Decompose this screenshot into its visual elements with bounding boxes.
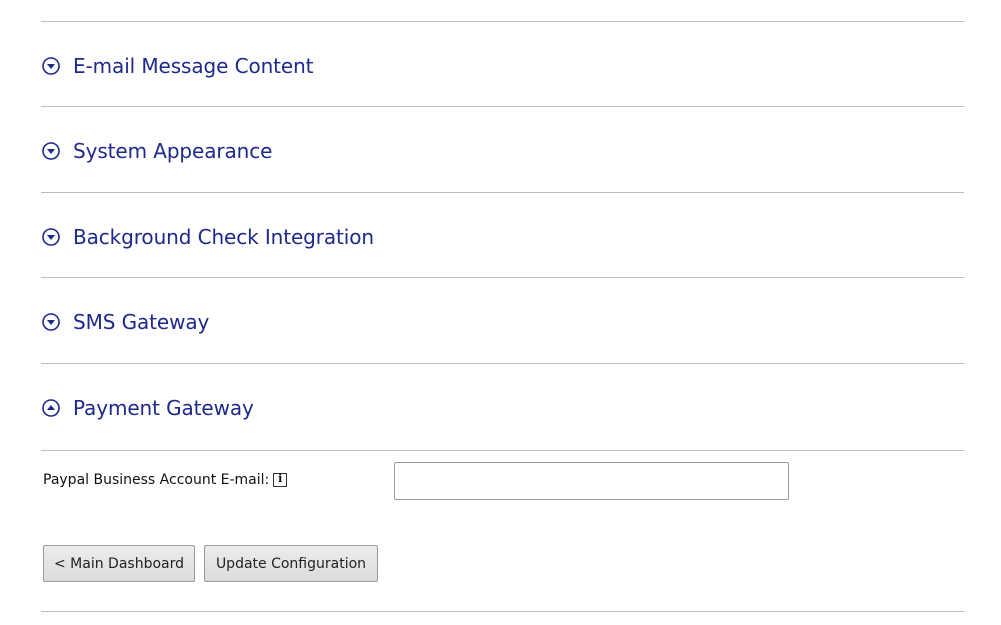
chevron-down-icon[interactable] — [42, 313, 60, 331]
chevron-up-icon[interactable] — [42, 399, 60, 417]
divider — [41, 611, 964, 612]
divider — [41, 363, 964, 364]
section-payment-gateway[interactable]: Payment Gateway — [41, 388, 964, 428]
paypal-email-label: Paypal Business Account E-mail: i — [43, 472, 288, 488]
main-dashboard-button[interactable]: < Main Dashboard — [43, 545, 195, 582]
info-icon[interactable]: i — [273, 472, 288, 487]
section-title[interactable]: SMS Gateway — [73, 310, 209, 334]
chevron-down-icon[interactable] — [42, 142, 60, 160]
divider — [41, 277, 964, 278]
section-title[interactable]: System Appearance — [73, 139, 272, 163]
paypal-email-row: Paypal Business Account E-mail: i — [41, 462, 964, 500]
chevron-down-icon[interactable] — [42, 57, 60, 75]
update-configuration-button[interactable]: Update Configuration — [204, 545, 378, 582]
section-title[interactable]: Background Check Integration — [73, 225, 374, 249]
section-title[interactable]: E-mail Message Content — [73, 54, 314, 78]
divider — [41, 450, 964, 451]
section-email-message-content[interactable]: E-mail Message Content — [41, 46, 964, 86]
section-background-check-integration[interactable]: Background Check Integration — [41, 217, 964, 257]
paypal-email-input[interactable] — [394, 462, 789, 500]
divider — [41, 21, 964, 22]
divider — [41, 106, 964, 107]
section-title[interactable]: Payment Gateway — [73, 396, 254, 420]
chevron-down-icon[interactable] — [42, 228, 60, 246]
divider — [41, 192, 964, 193]
paypal-email-label-text: Paypal Business Account E-mail: — [43, 472, 270, 488]
info-glyph: i — [278, 472, 283, 485]
section-sms-gateway[interactable]: SMS Gateway — [41, 302, 964, 342]
section-system-appearance[interactable]: System Appearance — [41, 131, 964, 171]
